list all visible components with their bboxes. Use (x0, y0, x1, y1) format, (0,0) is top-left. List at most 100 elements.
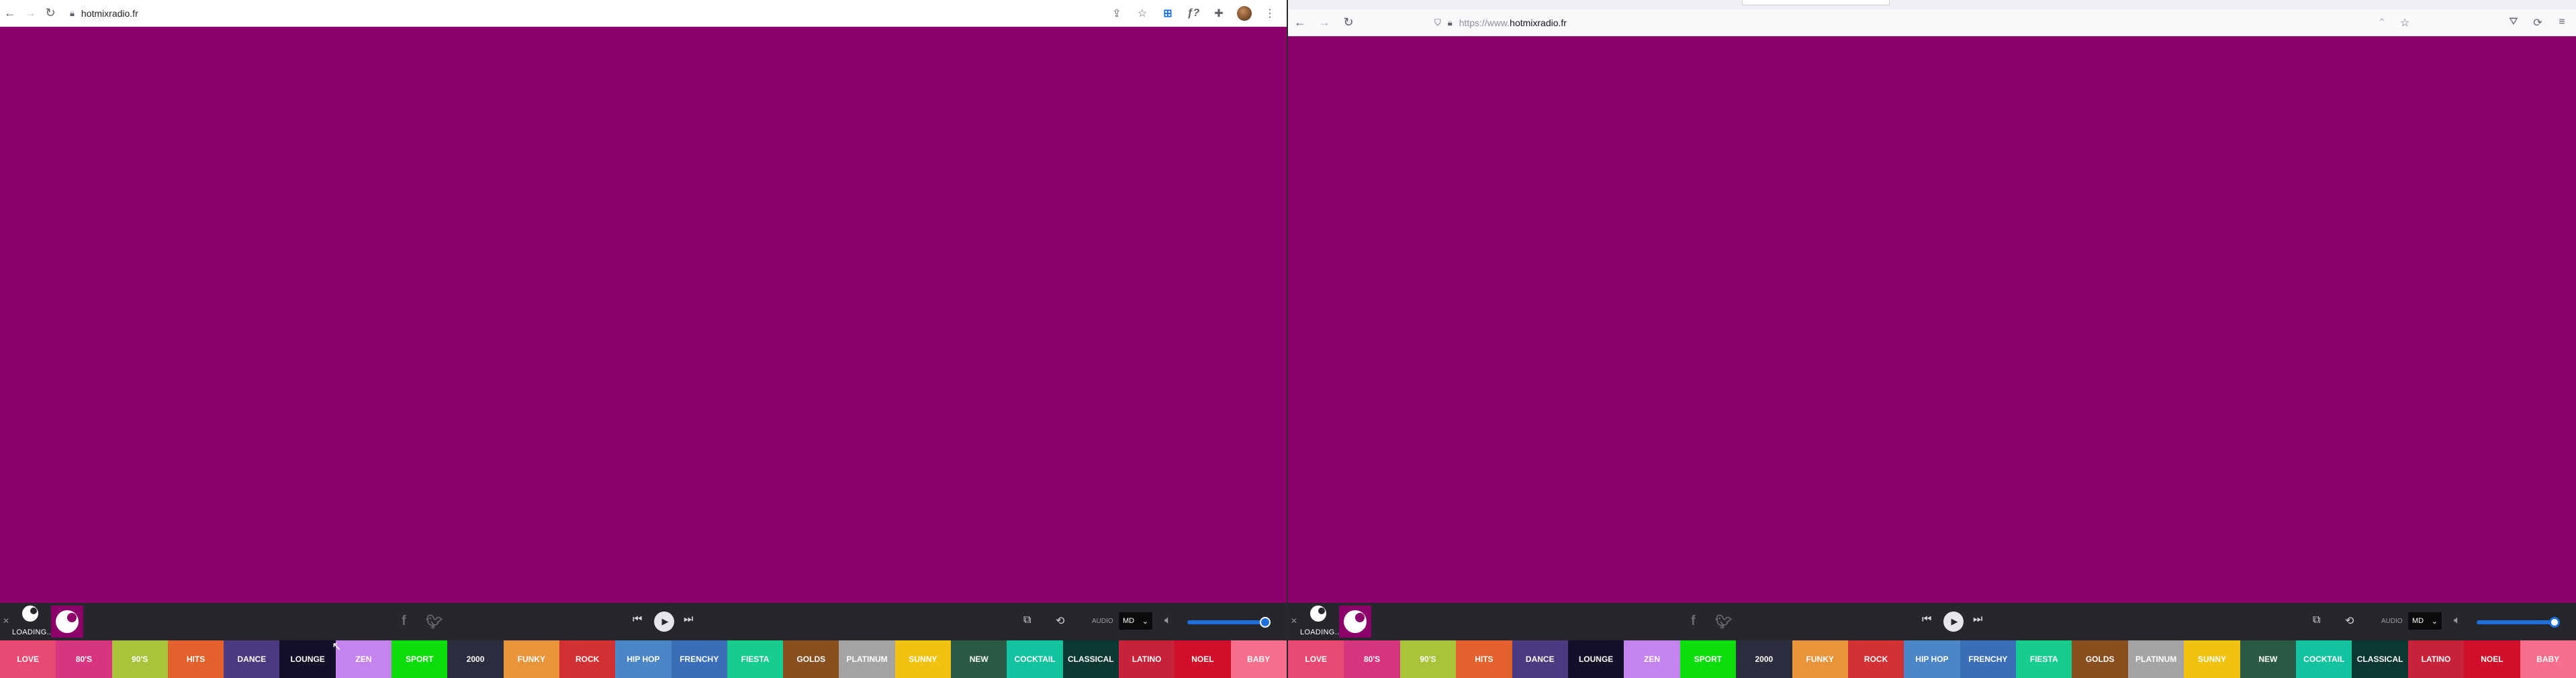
genre-button-sunny[interactable]: SUNNY (2184, 640, 2240, 678)
genre-button-platinum[interactable]: PLATINUM (839, 640, 895, 678)
previous-icon[interactable]: ⏮︎ (633, 614, 642, 626)
translate-icon[interactable]: ⌃ (2375, 16, 2389, 30)
genre-button-noel[interactable]: NOEL (1175, 640, 1231, 678)
next-icon[interactable]: ⏭︎ (684, 614, 693, 626)
genre-button-love[interactable]: LOVE (0, 640, 56, 678)
facebook-icon[interactable]: f (402, 614, 406, 629)
close-player-icon[interactable]: ✕ (1291, 616, 1297, 626)
genre-button-hip-hop[interactable]: HIP HOP (615, 640, 672, 678)
back-icon[interactable]: ← (0, 6, 20, 20)
genre-button-zen[interactable]: ZEN (1624, 640, 1680, 678)
forward-icon[interactable]: → (20, 6, 40, 20)
twitter-icon[interactable]: 🐦︎ (1715, 614, 1732, 630)
genre-button-baby[interactable]: BABY (1230, 640, 1287, 678)
volume-knob[interactable] (1260, 617, 1271, 628)
sync-icon[interactable]: ⟳ (2530, 16, 2545, 30)
pocket-icon[interactable]: ⛛ (2506, 16, 2521, 30)
quality-select[interactable]: MD ⌄ (2408, 612, 2442, 630)
previous-icon[interactable]: ⏮︎ (1922, 614, 1931, 626)
menu-icon[interactable]: ⋮ (1262, 7, 1277, 20)
copy-icon[interactable]: ⧉ (1023, 614, 1031, 626)
facebook-icon[interactable]: f (1691, 614, 1696, 629)
volume-slider[interactable] (1187, 620, 1269, 624)
volume-knob[interactable] (2549, 617, 2560, 628)
genre-button-2000[interactable]: 2000 (447, 640, 504, 678)
station-cover[interactable] (51, 606, 83, 638)
genre-button-classical[interactable]: CLASSICAL (1062, 640, 1119, 678)
reload-icon[interactable]: ↻ (40, 6, 60, 20)
genre-button-frenchy[interactable]: FRENCHY (671, 640, 727, 678)
genre-button-golds[interactable]: GOLDS (2072, 640, 2128, 678)
genre-button-fiesta[interactable]: FIESTA (727, 640, 784, 678)
history-icon[interactable]: ⟲ (2345, 614, 2354, 628)
genre-bar: LOVE 80'S 90'S HITS DANCE LOUNGE ZEN SPORT 2000 F… (1288, 640, 2576, 678)
star-icon[interactable]: ☆ (2397, 16, 2412, 30)
back-icon[interactable]: ← (1288, 15, 1312, 30)
genre-button-fiesta[interactable]: FIESTA (2016, 640, 2072, 678)
volume-icon[interactable]: 🔈︎ (2454, 614, 2460, 627)
genre-button-rock[interactable]: ROCK (559, 640, 616, 678)
tab-stub[interactable] (1742, 0, 1890, 5)
close-player-icon[interactable]: ✕ (3, 616, 9, 626)
genre-button-dance[interactable]: DANCE (224, 640, 280, 678)
profile-avatar[interactable] (1237, 5, 1252, 21)
genre-button-hip-hop[interactable]: HIP HOP (1904, 640, 1960, 678)
puzzle-icon[interactable]: ✚ (1211, 7, 1226, 20)
genre-button-2000[interactable]: 2000 (1736, 640, 1792, 678)
genre-button-rock[interactable]: ROCK (1847, 640, 1904, 678)
genre-button-cocktail[interactable]: COCKTAIL (1007, 640, 1063, 678)
share-icon[interactable]: ⇪ (1109, 7, 1124, 20)
next-icon[interactable]: ⏭︎ (1973, 614, 1982, 626)
genre-button-latino[interactable]: LATINO (2407, 640, 2465, 678)
genre-button-golds[interactable]: GOLDS (783, 640, 839, 678)
genre-button-latino[interactable]: LATINO (1118, 640, 1175, 678)
genre-button-noel[interactable]: NOEL (2464, 640, 2520, 678)
lock-icon[interactable]: 🔒︎ (70, 8, 75, 19)
quality-select[interactable]: MD ⌄ (1119, 612, 1152, 630)
genre-button-new[interactable]: NEW (951, 640, 1007, 678)
genre-button-new[interactable]: NEW (2240, 640, 2297, 678)
twitter-icon[interactable]: 🐦︎ (426, 614, 443, 630)
genre-button-funky[interactable]: FUNKY (1792, 640, 1848, 678)
font-icon[interactable]: ƒ? (1186, 7, 1201, 19)
genre-button-cocktail[interactable]: COCKTAIL (2296, 640, 2352, 678)
volume-icon[interactable]: 🔈︎ (1164, 614, 1171, 627)
reload-icon[interactable]: ↻ (1336, 15, 1361, 30)
genre-button-love[interactable]: LOVE (1288, 640, 1344, 678)
genre-button-classical[interactable]: CLASSICAL (2352, 640, 2408, 678)
genre-button-funky[interactable]: FUNKY (503, 640, 559, 678)
genre-button-dance[interactable]: DANCE (1512, 640, 1568, 678)
genre-button-hits[interactable]: HITS (1456, 640, 1512, 678)
genre-button-80-s[interactable]: 80'S (56, 640, 112, 678)
hotmix-logo-icon[interactable] (19, 606, 42, 628)
forward-icon[interactable]: → (1312, 15, 1336, 30)
menu-icon[interactable]: ≡ (2555, 16, 2569, 30)
genre-button-lounge[interactable]: LOUNGE (1567, 640, 1624, 678)
history-icon[interactable]: ⟲ (1056, 614, 1064, 628)
shield-icon[interactable]: ⛉ (1434, 17, 1441, 28)
lock-icon[interactable]: 🔒︎ (1448, 17, 1453, 28)
genre-button-baby[interactable]: BABY (2520, 640, 2576, 678)
genre-button-80-s[interactable]: 80'S (1344, 640, 1400, 678)
play-button[interactable]: ▶ (1943, 612, 1964, 632)
copy-icon[interactable]: ⧉ (2313, 614, 2320, 626)
genre-button-90-s[interactable]: 90'S (1399, 640, 1457, 678)
genre-button-platinum[interactable]: PLATINUM (2127, 640, 2184, 678)
address-bar-url[interactable]: hotmixradio.fr (81, 8, 138, 19)
volume-slider[interactable] (2477, 620, 2559, 624)
address-bar-url[interactable]: https://www.hotmixradio.fr (1459, 17, 1567, 28)
url-prefix: https://www. (1459, 17, 1510, 28)
extension-translate-icon[interactable]: ⊞ (1160, 7, 1175, 20)
genre-button-zen[interactable]: ZEN (335, 640, 392, 678)
genre-button-frenchy[interactable]: FRENCHY (1960, 640, 2017, 678)
hotmix-logo-icon[interactable] (1307, 606, 1330, 628)
genre-button-lounge[interactable]: LOUNGE (279, 640, 336, 678)
genre-button-sport[interactable]: SPORT (392, 640, 448, 678)
station-cover[interactable] (1339, 606, 1371, 638)
play-button[interactable]: ▶ (654, 612, 674, 632)
genre-button-90-s[interactable]: 90'S (111, 640, 168, 678)
genre-button-sport[interactable]: SPORT (1680, 640, 1737, 678)
genre-button-sunny[interactable]: SUNNY (894, 640, 952, 678)
star-icon[interactable]: ☆ (1135, 7, 1150, 20)
genre-button-hits[interactable]: HITS (167, 640, 224, 678)
